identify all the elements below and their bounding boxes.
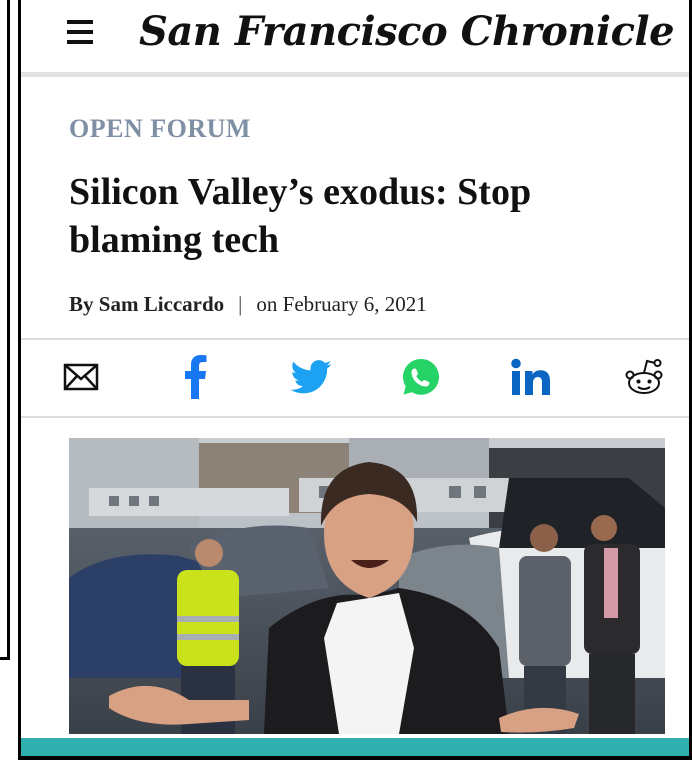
linkedin-icon[interactable]	[509, 352, 555, 402]
accent-bar	[21, 738, 689, 756]
article-hero-photo[interactable]	[69, 438, 665, 734]
left-frame	[0, 0, 10, 660]
masthead-logo[interactable]: San Francisco Chronicle	[139, 4, 675, 64]
article-screen: San Francisco Chronicle OPEN FORUM Silic…	[18, 0, 692, 760]
article-headline: Silicon Valley’s exodus: Stop blaming te…	[69, 171, 532, 261]
publish-date: on February 6, 2021	[256, 292, 427, 316]
reddit-icon[interactable]	[621, 352, 667, 402]
hamburger-menu-icon[interactable]	[67, 20, 93, 44]
author-prefix: By	[69, 292, 99, 316]
divider	[21, 416, 689, 418]
byline-separator: |	[238, 292, 243, 316]
share-bar	[21, 340, 689, 416]
author-name[interactable]: Sam Liccardo	[99, 292, 224, 316]
email-icon[interactable]	[61, 352, 101, 402]
section-label[interactable]: OPEN FORUM	[69, 114, 251, 144]
whatsapp-icon[interactable]	[399, 352, 443, 402]
top-bar: San Francisco Chronicle	[21, 0, 689, 77]
twitter-icon[interactable]	[289, 352, 333, 402]
byline: By Sam Liccardo | on February 6, 2021	[69, 292, 427, 317]
facebook-icon[interactable]	[181, 352, 211, 402]
